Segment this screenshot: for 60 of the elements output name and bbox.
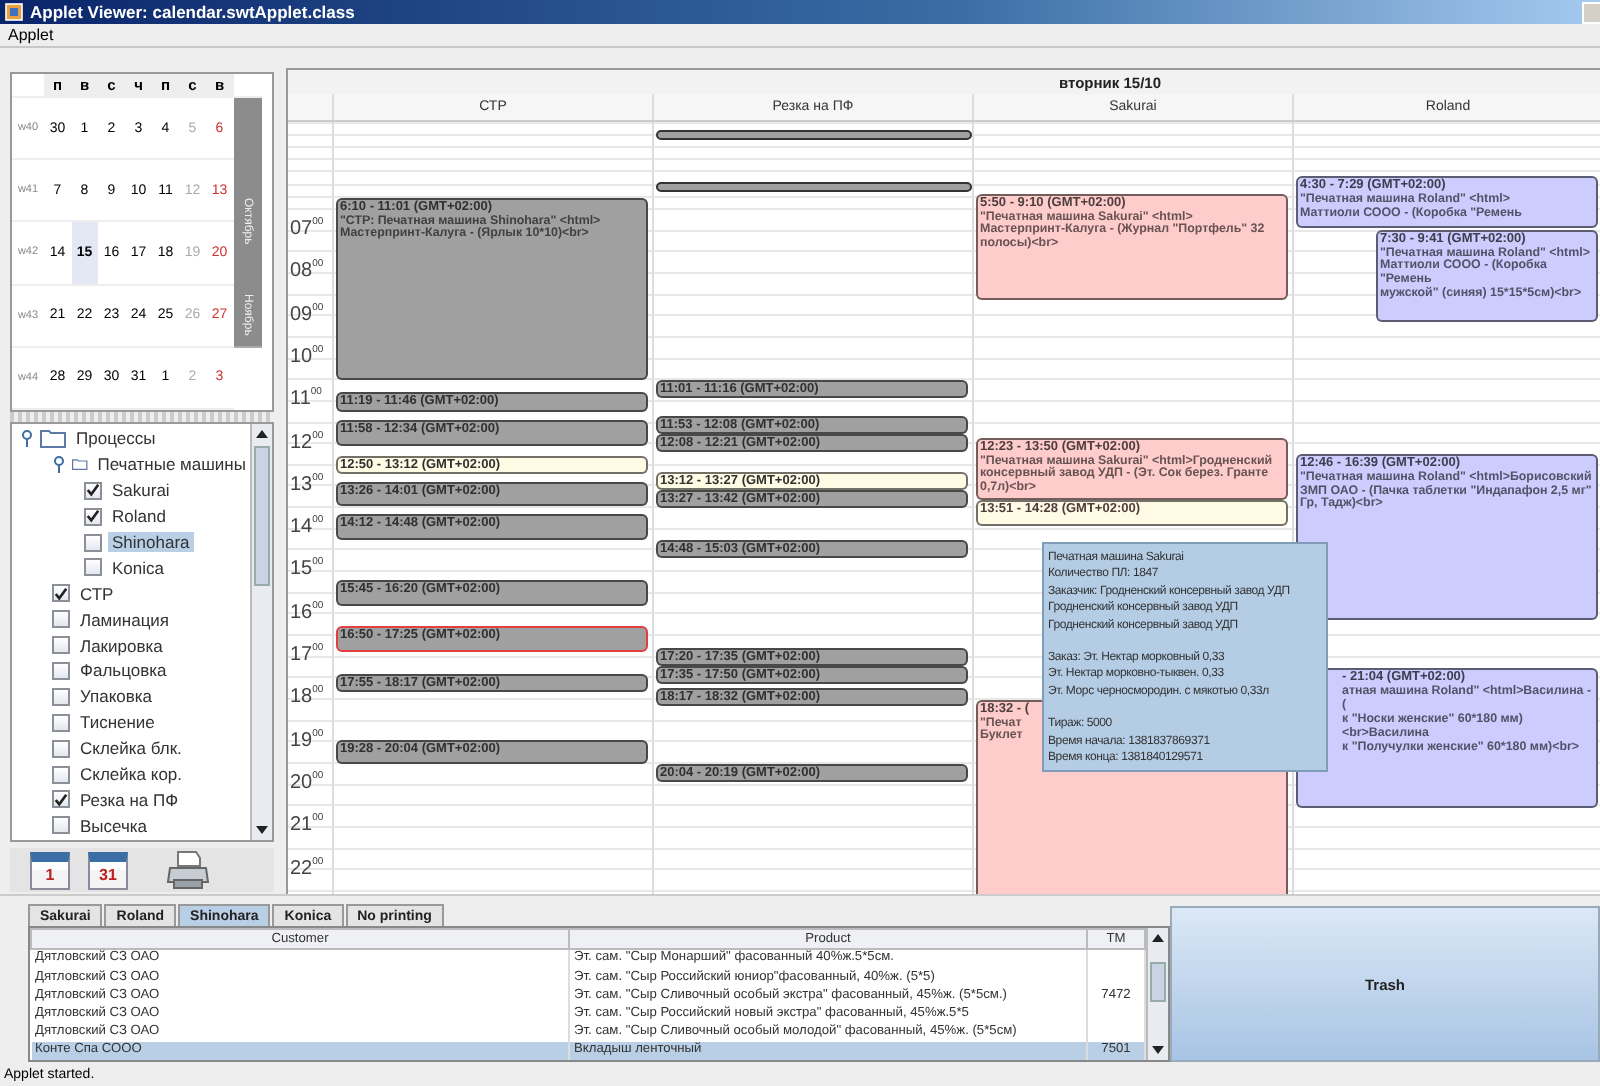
hour-label: 21$^{00}$ xyxy=(290,810,324,837)
event-bar[interactable] xyxy=(656,130,972,140)
tree-item[interactable]: Sakurai xyxy=(108,480,174,501)
hour-label: 13$^{00}$ xyxy=(290,469,324,496)
checkbox[interactable] xyxy=(52,636,70,655)
printer-icon[interactable] xyxy=(166,850,210,890)
scrollbar[interactable] xyxy=(1146,928,1168,1060)
checkbox[interactable] xyxy=(84,533,102,551)
tree-item[interactable]: Лакировка xyxy=(76,635,167,656)
hour-label: 22$^{00}$ xyxy=(290,853,324,879)
tree-item[interactable]: Ламинация xyxy=(76,609,174,630)
expander-icon[interactable] xyxy=(20,429,34,448)
hour-label: 11$^{00}$ xyxy=(290,384,322,411)
tree-item[interactable]: СТР xyxy=(76,583,118,604)
calendar-button[interactable]: 1 xyxy=(30,851,70,889)
checkbox[interactable] xyxy=(84,481,102,500)
hour-label: 16$^{00}$ xyxy=(290,597,324,624)
checkbox[interactable] xyxy=(84,507,102,526)
checkbox[interactable] xyxy=(52,610,70,629)
hour-label: 09$^{00}$ xyxy=(290,299,324,326)
hour-label: 15$^{00}$ xyxy=(290,554,324,581)
checkbox[interactable] xyxy=(52,816,70,835)
window-button-icon[interactable] xyxy=(1582,1,1600,23)
menu-item[interactable]: Applet xyxy=(8,24,54,46)
hour-label: 07$^{00}$ xyxy=(290,214,324,240)
tree-item[interactable]: Склейка кор. xyxy=(76,764,187,785)
checkbox[interactable] xyxy=(52,687,70,706)
hour-label: 10$^{00}$ xyxy=(290,341,324,368)
hour-label: 18$^{00}$ xyxy=(290,682,324,709)
checkbox[interactable] xyxy=(52,765,70,784)
tree-item[interactable]: Склейка блк. xyxy=(76,738,186,759)
checkbox[interactable] xyxy=(52,584,70,603)
tree-item[interactable]: Тиснение xyxy=(76,712,159,733)
hour-label: 08$^{00}$ xyxy=(290,256,324,283)
checkbox[interactable] xyxy=(52,790,70,809)
tree-item[interactable]: Резка на ПФ xyxy=(76,789,183,810)
hour-label: 19$^{00}$ xyxy=(290,725,324,752)
expander-icon[interactable] xyxy=(52,455,66,474)
checkbox[interactable] xyxy=(52,661,70,680)
scrollbar[interactable] xyxy=(250,424,272,840)
tree-item[interactable]: Фальцовка xyxy=(76,660,171,681)
checkbox[interactable] xyxy=(84,558,102,577)
tree-item[interactable]: Konica xyxy=(108,557,168,578)
window-title: Applet Viewer: calendar.swtApplet.class xyxy=(30,2,357,22)
tree-item[interactable]: Процессы xyxy=(72,428,160,449)
hour-label: 14$^{00}$ xyxy=(290,512,324,539)
tree-item[interactable]: Roland xyxy=(108,506,170,527)
tree-item[interactable]: Упаковка xyxy=(76,686,157,707)
folder-icon xyxy=(40,428,66,449)
tree-item[interactable]: Печатные машины xyxy=(93,454,250,475)
hour-label: 12$^{00}$ xyxy=(290,427,324,453)
hour-label: 17$^{00}$ xyxy=(290,640,324,666)
checkbox[interactable] xyxy=(52,739,70,758)
hour-label: 20$^{00}$ xyxy=(290,767,324,794)
folder-icon xyxy=(72,454,88,475)
calendar-button[interactable]: 31 xyxy=(88,851,128,889)
event-bar[interactable] xyxy=(656,182,972,192)
tree-item[interactable]: Высечка xyxy=(76,815,152,836)
checkbox[interactable] xyxy=(52,713,70,732)
tree-item[interactable]: Shinohara xyxy=(108,532,194,552)
